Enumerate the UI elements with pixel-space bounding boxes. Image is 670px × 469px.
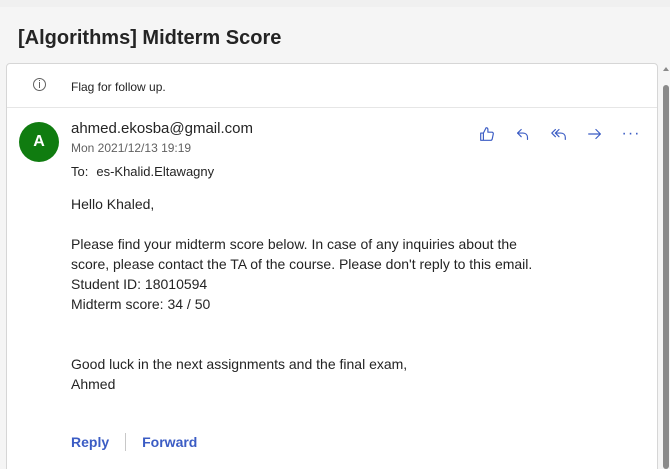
more-actions-button[interactable]: ··· bbox=[619, 124, 643, 144]
message-date: Mon 2021/12/13 19:19 bbox=[71, 141, 192, 155]
recipient-name[interactable]: es-Khalid.Eltawagny bbox=[96, 164, 214, 179]
body-greeting: Hello Khaled, bbox=[71, 196, 155, 212]
body-closing: Good luck in the next assignments and th… bbox=[71, 356, 408, 372]
sender-address[interactable]: ahmed.ekosba@gmail.com bbox=[71, 120, 253, 137]
reply-icon-button[interactable] bbox=[511, 124, 535, 144]
email-subject: [Algorithms] Midterm Score bbox=[18, 27, 282, 49]
thumbs-up-icon bbox=[480, 127, 494, 141]
recipient-line: To: es-Khalid.Eltawagny bbox=[71, 164, 214, 179]
reply-all-button[interactable] bbox=[547, 124, 571, 144]
body-paragraph: Please find your midterm score below. In… bbox=[71, 236, 533, 272]
body-score: Midterm score: 34 / 50 bbox=[71, 296, 211, 312]
scroll-up-arrow-icon[interactable] bbox=[663, 67, 669, 71]
vertical-scrollbar[interactable] bbox=[662, 63, 670, 469]
message-footer: Reply Forward bbox=[71, 432, 197, 452]
message-body: Hello Khaled, Please find your midterm s… bbox=[71, 194, 551, 394]
reply-button[interactable]: Reply bbox=[71, 434, 109, 450]
body-signature: Ahmed bbox=[71, 376, 116, 392]
scrollbar-thumb[interactable] bbox=[663, 85, 669, 469]
reply-icon bbox=[517, 128, 529, 140]
more-icon: ··· bbox=[621, 125, 641, 142]
forward-button[interactable] bbox=[583, 124, 607, 144]
top-strip bbox=[0, 0, 670, 7]
reply-all-icon bbox=[551, 128, 566, 140]
info-icon bbox=[33, 78, 46, 91]
like-button[interactable] bbox=[475, 124, 499, 144]
info-bar: Flag for follow up. bbox=[7, 64, 657, 108]
to-label: To: bbox=[71, 164, 89, 179]
footer-divider bbox=[125, 433, 127, 451]
body-student-id: Student ID: 18010594 bbox=[71, 276, 208, 292]
flag-followup-text: Flag for follow up. bbox=[71, 80, 166, 94]
forward-link-button[interactable]: Forward bbox=[142, 434, 197, 450]
message-card: Flag for follow up. A ahmed.ekosba@gmail… bbox=[6, 63, 658, 469]
message-actions: ··· bbox=[475, 124, 655, 144]
sender-avatar[interactable]: A bbox=[19, 122, 59, 162]
forward-icon bbox=[588, 128, 601, 140]
